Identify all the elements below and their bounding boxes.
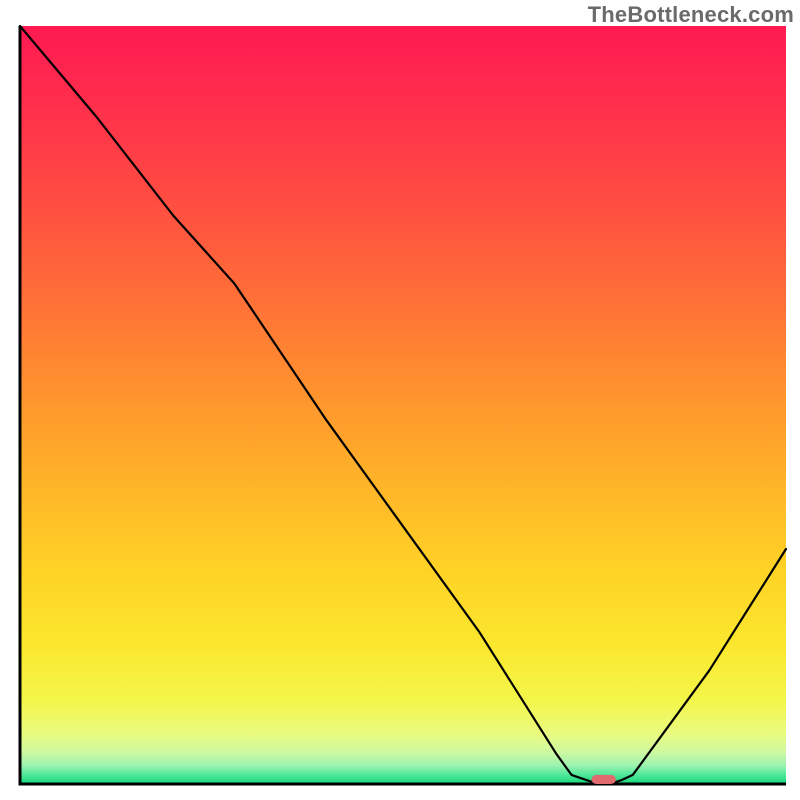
plot-background xyxy=(20,26,786,784)
bottleneck-chart xyxy=(0,0,800,800)
chart-container: TheBottleneck.com xyxy=(0,0,800,800)
sweet-spot-marker xyxy=(591,775,616,784)
